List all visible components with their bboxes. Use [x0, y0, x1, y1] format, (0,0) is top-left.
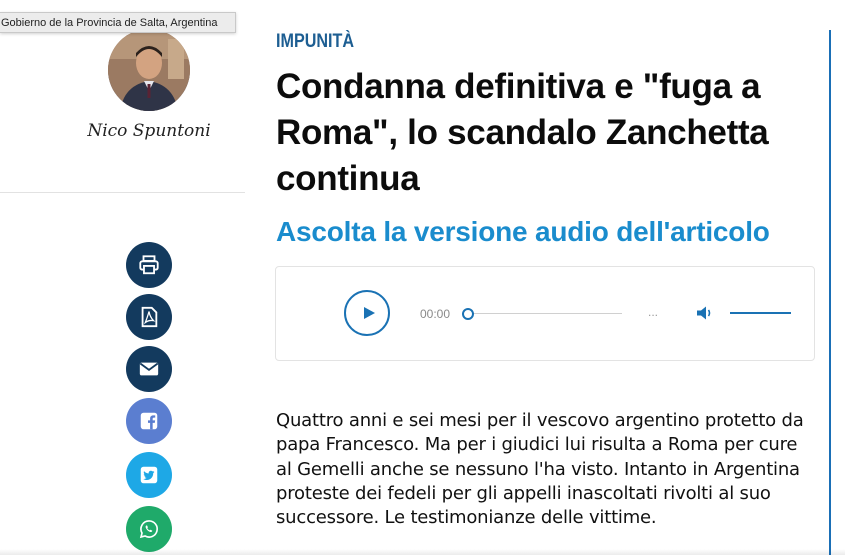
volume-icon[interactable]	[696, 305, 714, 321]
pdf-icon	[141, 306, 158, 328]
play-icon	[363, 307, 375, 319]
twitter-share-button[interactable]	[126, 452, 172, 498]
headline-line: continua	[276, 159, 420, 198]
article-summary: Quattro anni e sei mesi per il vescovo a…	[276, 410, 804, 529]
progress-handle[interactable]	[462, 308, 474, 320]
duration: ...	[648, 305, 659, 319]
print-icon	[139, 255, 159, 275]
facebook-share-button[interactable]	[126, 398, 172, 444]
print-button[interactable]	[126, 242, 172, 288]
whatsapp-share-button[interactable]	[126, 506, 172, 552]
article-kicker[interactable]: IMPUNITÀ	[276, 31, 354, 53]
current-time: 00:00	[420, 307, 451, 321]
email-button[interactable]	[126, 346, 172, 392]
divider	[0, 192, 245, 193]
play-button[interactable]	[344, 290, 390, 336]
whatsapp-icon	[139, 520, 158, 539]
volume-slider[interactable]	[730, 312, 791, 314]
author-name[interactable]: Nico Spuntoni	[60, 121, 238, 141]
article-headline: Condanna definitiva e "fuga a Roma", lo …	[276, 64, 836, 202]
tooltip: Gobierno de la Provincia de Salta, Argen…	[0, 12, 236, 33]
twitter-icon	[140, 466, 158, 484]
headline-line: Condanna definitiva e "fuga a	[276, 67, 761, 106]
headline-line: Roma", lo scandalo Zanchetta	[276, 113, 769, 152]
progress-track[interactable]	[468, 313, 622, 314]
pdf-button[interactable]	[126, 294, 172, 340]
audio-player: 00:00 ...	[275, 266, 815, 361]
facebook-icon	[140, 412, 158, 430]
mail-icon	[139, 362, 159, 376]
bottom-shadow	[0, 549, 845, 555]
audio-section-title: Ascolta la versione audio dell'articolo	[276, 216, 770, 247]
author-avatar[interactable]	[108, 29, 190, 111]
